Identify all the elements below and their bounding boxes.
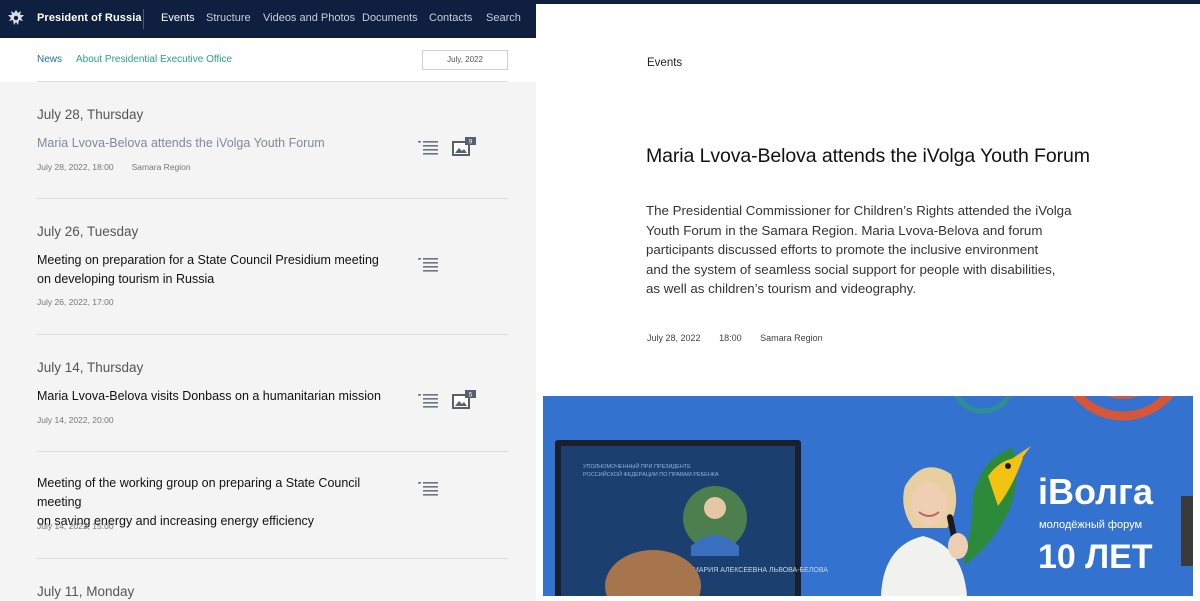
emblem-icon[interactable] — [6, 8, 26, 28]
text-document-icon[interactable] — [418, 481, 438, 497]
screen-name: МАРИЯ АЛЕКСЕЕВНА ЛЬВОВА-БЕЛОВА — [693, 567, 828, 574]
text-document-icon[interactable] — [418, 140, 438, 156]
article-date: July 28, 2022 — [647, 333, 701, 343]
sub-navigation: News About Presidential Executive Office… — [0, 38, 536, 82]
photo-illustration: УПОЛНОМОЧЕННЫЙ ПРИ ПРЕЗИДЕНТЕ РОССИЙСКОЙ… — [543, 396, 1193, 596]
article-photo[interactable]: УПОЛНОМОЧЕННЫЙ ПРИ ПРЕЗИДЕНТЕ РОССИЙСКОЙ… — [543, 396, 1193, 596]
article-lead: The Presidential Commissioner for Childr… — [646, 203, 1072, 296]
feed-item-meta: July 14, 2022, 20:00 — [37, 415, 114, 425]
day-heading: July 11, Monday — [37, 584, 135, 599]
photo-gallery-icon[interactable]: 5 — [452, 390, 476, 410]
site-title[interactable]: President of Russia — [37, 12, 142, 24]
day-heading: July 14, Thursday — [37, 360, 144, 375]
feed-item-title[interactable]: Maria Lvova-Belova visits Donbass on a h… — [37, 387, 407, 406]
nav-documents[interactable]: Documents — [362, 12, 418, 24]
nav-events[interactable]: Events — [161, 12, 195, 24]
banner-subtitle: молодёжный форум — [1039, 519, 1142, 531]
nav-structure[interactable]: Structure — [206, 12, 251, 24]
feed-item-meta: July 28, 2022, 18:00 Samara Region — [37, 162, 191, 172]
day-heading: July 28, Thursday — [37, 107, 144, 122]
divider — [37, 81, 508, 82]
divider — [37, 334, 508, 335]
nav-contacts[interactable]: Contacts — [429, 12, 472, 24]
article-title: Maria Lvova-Belova attends the iVolga Yo… — [646, 145, 1090, 167]
feed-item-meta: July 26, 2022, 17:00 — [37, 297, 114, 307]
divider — [37, 198, 508, 199]
screen-text: УПОЛНОМОЧЕННЫЙ ПРИ ПРЕЗИДЕНТЕ — [583, 462, 691, 470]
article-time: 18:00 — [719, 333, 742, 343]
header-strip — [536, 0, 1200, 4]
section-label[interactable]: Events — [647, 57, 682, 69]
subnav-news-link[interactable]: News — [37, 54, 62, 65]
banner-years: 10 ЛЕТ — [1038, 538, 1153, 576]
day-heading: July 26, Tuesday — [37, 224, 139, 239]
text-document-icon[interactable] — [418, 257, 438, 273]
feed-item-title[interactable]: Meeting on preparation for a State Counc… — [37, 251, 407, 289]
nav-search[interactable]: Search — [486, 12, 521, 24]
divider — [37, 451, 508, 452]
top-navigation-bar: President of Russia Events Structure Vid… — [0, 0, 536, 38]
news-feed-pane: President of Russia Events Structure Vid… — [0, 0, 536, 601]
article-meta: July 28, 2022 18:00 Samara Region — [647, 333, 839, 343]
screen-text: РОССИЙСКОЙ ФЕДЕРАЦИИ ПО ПРАВАМ РЕБЕНКА — [583, 470, 719, 478]
feed-item-title[interactable]: Maria Lvova-Belova attends the iVolga Yo… — [37, 134, 407, 153]
subnav-about-link[interactable]: About Presidential Executive Office — [76, 54, 232, 65]
article-region[interactable]: Samara Region — [760, 333, 823, 343]
divider — [37, 558, 508, 559]
nav-divider — [143, 9, 144, 29]
nav-videos-and-photos[interactable]: Videos and Photos — [263, 12, 355, 24]
photo-gallery-icon[interactable]: 9 — [452, 137, 476, 157]
banner-brand: iВолга — [1038, 471, 1154, 512]
text-document-icon[interactable] — [418, 393, 438, 409]
feed-item-meta: July 14, 2022, 15:00 — [37, 521, 114, 531]
date-filter-input[interactable]: July, 2022 — [422, 50, 508, 70]
